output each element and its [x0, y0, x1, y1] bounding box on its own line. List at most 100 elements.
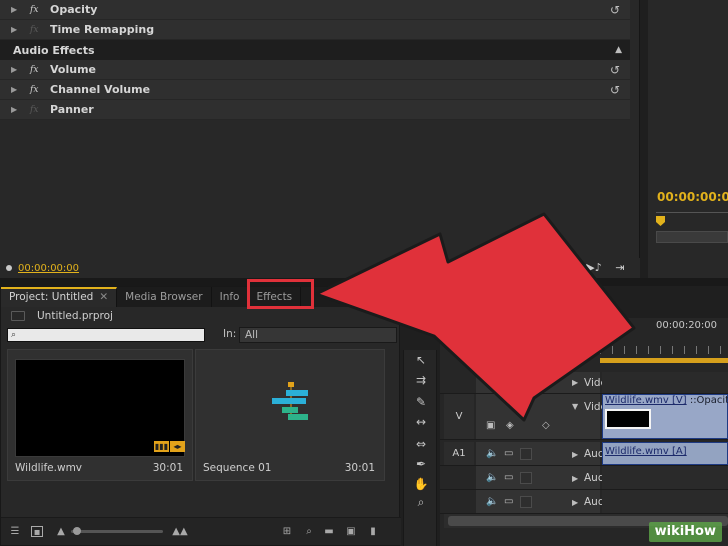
close-icon[interactable]: ✕: [99, 291, 108, 303]
sync-lock-icon[interactable]: ▭: [504, 472, 513, 483]
track-select-tool-icon[interactable]: ⇉: [413, 372, 429, 388]
sync-lock-icon[interactable]: ▭: [504, 496, 513, 507]
playhead-icon[interactable]: [656, 216, 665, 226]
zoom-out-icon[interactable]: ▲: [55, 526, 67, 537]
zoom-tool-icon[interactable]: ⌕: [413, 494, 429, 510]
speaker-icon[interactable]: 🔈: [486, 496, 498, 507]
play-audio-icon[interactable]: ▶♪: [586, 261, 602, 275]
ripple-edit-tool-icon[interactable]: ✎: [413, 394, 429, 410]
track-lock-toggle[interactable]: [520, 496, 532, 508]
clip-wildlife-video[interactable]: Wildlife.wmv [V] ::Opacity: [602, 394, 728, 439]
expand-triangle-icon[interactable]: ▶: [11, 105, 21, 114]
fx-toggle-icon[interactable]: fx: [30, 5, 44, 15]
pen-tool-icon[interactable]: ✒: [413, 456, 429, 472]
track-lock-toggle[interactable]: [520, 448, 532, 460]
automate-sequence-icon[interactable]: ⊞: [281, 526, 293, 537]
reset-icon[interactable]: ↺: [608, 3, 622, 17]
track-area[interactable]: [602, 490, 728, 513]
speaker-icon[interactable]: 🔈: [486, 472, 498, 483]
project-item-wildlife[interactable]: ▮▮▮ ◂▸ Wildlife.wmv 30:01: [7, 349, 193, 481]
slip-tool-icon[interactable]: ⇔: [413, 436, 429, 452]
track-audio-3[interactable]: 🔈 ▭ ▶ Audio 3: [440, 490, 728, 514]
expand-triangle-icon[interactable]: ▶: [11, 65, 21, 74]
keyframe-diamond-icon[interactable]: ◇: [542, 420, 550, 431]
effect-name: Volume: [50, 63, 96, 76]
new-bin-icon[interactable]: ▬: [323, 526, 335, 537]
fx-toggle-icon[interactable]: fx: [30, 105, 44, 115]
watermark-logo: wikiHow: [648, 522, 722, 542]
effect-row-time-remapping[interactable]: ▶ fx Time Remapping: [0, 20, 630, 40]
track-audio-2[interactable]: 🔈 ▭ ▶ Audio 2: [440, 466, 728, 490]
zoom-slider-track[interactable]: [71, 530, 163, 533]
fx-toggle-icon[interactable]: fx: [30, 25, 44, 35]
snap-icon[interactable]: ⧉: [534, 344, 542, 358]
panel-divider[interactable]: [0, 278, 728, 286]
marker-icon[interactable]: ▼: [558, 344, 566, 357]
reset-icon[interactable]: ↺: [608, 63, 622, 77]
timeline-ruler[interactable]: :00 00:00:20:00: [594, 318, 728, 363]
timeline-tab-bar: [440, 300, 728, 318]
zoom-slider-knob[interactable]: [73, 527, 81, 535]
effect-row-channel-volume[interactable]: ▶ fx Channel Volume ↺: [0, 80, 630, 100]
search-input[interactable]: ⌕: [7, 328, 205, 342]
collapse-triangle-icon[interactable]: ▼: [572, 402, 578, 411]
zoom-in-icon[interactable]: ▲▲: [171, 526, 189, 537]
track-video-1[interactable]: V ▼ Video 1 ▣ ◈ ◇ Wildlife.wmv [V] ::Opa…: [440, 394, 728, 440]
project-item-sequence[interactable]: Sequence 01 30:01: [195, 349, 385, 481]
tab-project[interactable]: Project: Untitled ✕: [1, 287, 118, 307]
expand-triangle-icon[interactable]: ▶: [11, 5, 21, 14]
program-monitor-panel: 00:00:00:00: [648, 0, 728, 278]
sync-lock-icon[interactable]: ▭: [504, 448, 513, 459]
selection-tool-icon[interactable]: ↖: [413, 352, 429, 368]
track-audio-1[interactable]: A1 🔈 ▭ ▶ Audio 1 Wildlife.wmv [A]: [440, 442, 728, 466]
fx-toggle-icon[interactable]: fx: [30, 65, 44, 75]
source-patch-v[interactable]: V: [444, 394, 474, 439]
track-area[interactable]: [602, 466, 728, 489]
timecode-display[interactable]: 00:00:00:00: [18, 263, 79, 274]
speaker-icon[interactable]: 🔈: [486, 448, 498, 459]
expand-triangle-icon[interactable]: ▶: [572, 378, 578, 387]
clear-icon[interactable]: ▮: [367, 526, 379, 537]
program-timecode[interactable]: 00:00:00:00: [657, 190, 728, 204]
video-badge-icon: ▮▮▮: [154, 441, 169, 452]
audio-effects-header[interactable]: Audio Effects ▲: [0, 40, 630, 60]
track-header: ▼ Video 1 ▣ ◈ ◇: [476, 394, 623, 439]
sequence-icon: [272, 382, 308, 420]
export-icon[interactable]: ⇥: [612, 261, 628, 275]
new-item-icon[interactable]: ▣: [345, 526, 357, 537]
expand-triangle-icon[interactable]: ▶: [11, 25, 21, 34]
item-name: Sequence 01: [203, 462, 272, 474]
in-filter-select[interactable]: All: [239, 327, 397, 343]
expand-triangle-icon[interactable]: ▶: [572, 498, 578, 507]
work-area-bar[interactable]: [600, 358, 728, 363]
effect-row-panner[interactable]: ▶ fx Panner: [0, 100, 630, 120]
track-video-2[interactable]: ▶ Video 2: [440, 372, 728, 394]
expand-triangle-icon[interactable]: ▶: [572, 474, 578, 483]
clip-wildlife-audio[interactable]: Wildlife.wmv [A]: [602, 442, 728, 465]
display-style-icon[interactable]: ▣: [486, 420, 495, 431]
source-patch-a1[interactable]: A1: [444, 442, 474, 465]
tab-label: Info: [219, 291, 240, 303]
tab-info[interactable]: Info: [212, 287, 249, 307]
hand-tool-icon[interactable]: ✋: [413, 476, 429, 492]
list-view-icon[interactable]: ☰: [9, 526, 21, 537]
keyframe-icon[interactable]: ◈: [506, 420, 514, 431]
effect-row-volume[interactable]: ▶ fx Volume ↺: [0, 60, 630, 80]
collapse-caret-icon[interactable]: ▲: [615, 45, 622, 55]
monitor-zoom-scrollbar[interactable]: [656, 231, 728, 243]
expand-triangle-icon[interactable]: ▶: [11, 85, 21, 94]
tab-media-browser[interactable]: Media Browser: [117, 287, 212, 307]
panel-tab-bar: Project: Untitled ✕ Media Browser Info Ef…: [1, 287, 401, 307]
track-area[interactable]: [602, 372, 728, 393]
fx-toggle-icon[interactable]: fx: [30, 85, 44, 95]
effect-controls-panel: ▶ fx Opacity ↺ ▶ fx Time Remapping Audio…: [0, 0, 640, 278]
effect-row-opacity[interactable]: ▶ fx Opacity ↺: [0, 0, 630, 20]
effect-name: Channel Volume: [50, 83, 151, 96]
timeline-menu-icon[interactable]: ▾: [580, 344, 586, 357]
expand-triangle-icon[interactable]: ▶: [572, 450, 578, 459]
find-icon[interactable]: ⌕: [303, 526, 315, 537]
icon-view-icon[interactable]: ▪: [31, 526, 43, 538]
rate-stretch-tool-icon[interactable]: ↔: [413, 414, 429, 430]
reset-icon[interactable]: ↺: [608, 83, 622, 97]
track-lock-toggle[interactable]: [520, 472, 532, 484]
